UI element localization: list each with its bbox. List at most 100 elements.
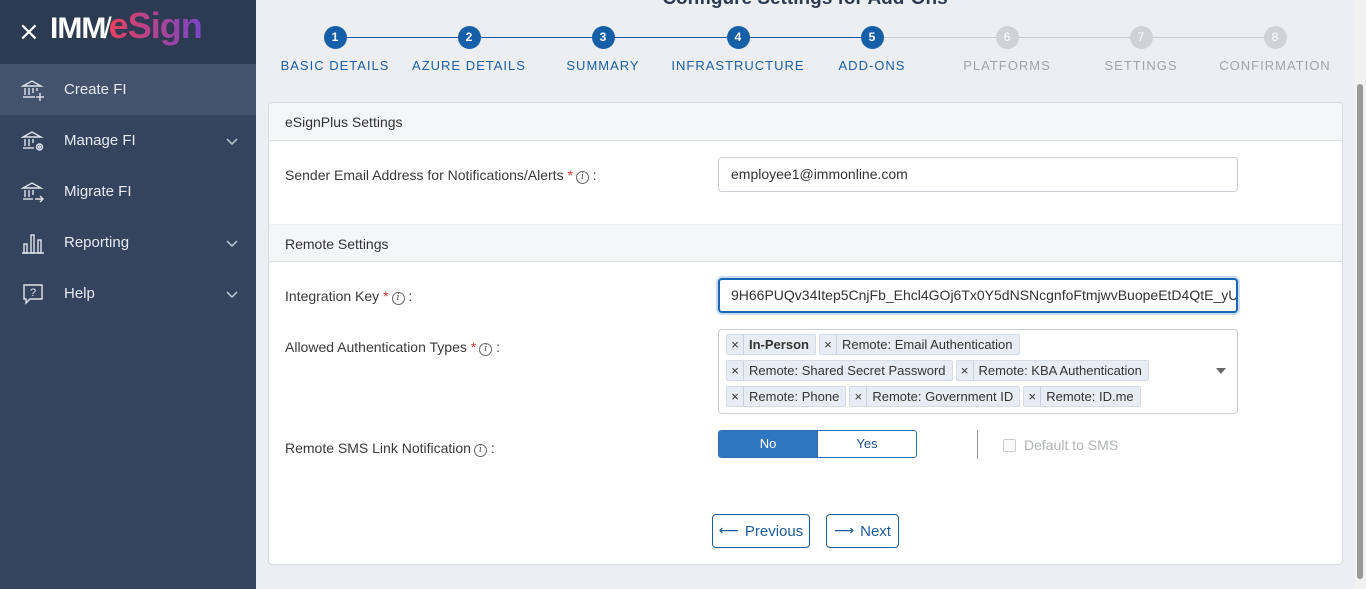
auth-types-multiselect[interactable]: × In-Person × Remote: Email Authentication … [718,329,1238,414]
required-marker: * [383,288,389,304]
sms-no-option[interactable]: No [719,431,817,457]
default-to-sms-label: Default to SMS [1024,437,1119,453]
step-number: 2 [457,26,481,49]
integration-key-label: Integration Key * i : [285,288,413,305]
sidebar-item-label: Manage FI [64,132,136,149]
step-label: CONFIRMATION [1219,58,1331,73]
next-button[interactable]: ⟶ Next [826,514,899,548]
remove-tag-icon[interactable]: × [957,361,974,380]
brand-bar: × IMM/eSign [0,0,256,64]
remove-tag-icon[interactable]: × [727,335,744,354]
step-label: SETTINGS [1104,58,1178,73]
scrollbar-thumb[interactable] [1357,84,1363,579]
tag-label: Remote: KBA Authentication [978,363,1142,378]
step-add-ons[interactable]: 5 ADD-ONS [802,26,942,73]
step-settings: 7 SETTINGS [1071,26,1211,73]
section-header-esignplus: eSignPlus Settings [269,103,1342,141]
main-content: Configure Settings for Add-Ons 1 BASIC D… [256,0,1354,589]
sidebar-item-label: Help [64,285,95,302]
info-icon[interactable]: i [575,171,589,184]
required-marker: * [567,167,573,183]
sender-email-label: Sender Email Address for Notifications/A… [285,167,597,184]
remove-tag-icon[interactable]: × [1024,387,1042,406]
sms-notification-toggle[interactable]: No Yes [718,430,917,458]
dropdown-caret-icon[interactable] [1216,368,1226,374]
info-icon[interactable]: i [479,343,493,356]
auth-type-tag: × In-Person [726,334,816,355]
step-number: 8 [1263,26,1287,49]
chevron-down-icon [226,235,238,252]
tag-label: In-Person [749,337,809,352]
step-azure-details[interactable]: 2 AZURE DETAILS [399,26,539,73]
tag-label: Remote: ID.me [1046,389,1134,404]
tag-label: Remote: Phone [749,389,840,404]
step-number: 6 [995,26,1019,49]
arrow-left-icon: ⟵ [718,523,739,539]
step-confirmation: 8 CONFIRMATION [1205,26,1345,73]
auth-type-tag: × Remote: Government ID [849,386,1021,407]
label-text: Integration Key [285,288,380,304]
section-header-remote: Remote Settings [269,224,1342,262]
close-menu-icon[interactable]: × [18,19,40,45]
sender-email-input[interactable]: employee1@immonline.com [718,157,1238,192]
remove-tag-icon[interactable]: × [820,335,837,354]
step-label: INFRASTRUCTURE [671,58,805,73]
step-label: BASIC DETAILS [280,58,390,73]
button-label: Previous [744,522,804,540]
page-title: Configure Settings for Add-Ons [256,0,1354,10]
sms-notification-label: Remote SMS Link Notification i : [285,440,495,457]
sidebar-item-create-fi[interactable]: Create FI [0,64,256,115]
svg-text:?: ? [30,287,36,299]
step-label: SUMMARY [566,58,640,73]
sidebar-item-label: Reporting [64,234,130,251]
arrow-right-icon: ⟶ [834,523,855,539]
sidebar-item-label: Create FI [64,81,127,98]
sidebar-item-manage-fi[interactable]: Manage FI [0,115,256,166]
page-scrollbar[interactable] [1354,0,1366,589]
sms-yes-option[interactable]: Yes [817,431,916,457]
default-to-sms-option: Default to SMS [1003,437,1118,453]
step-summary[interactable]: 3 SUMMARY [533,26,673,73]
sidebar: × IMM/eSign Create FI Manage FI Migrate … [0,0,256,589]
tag-label: Remote: Government ID [872,389,1014,404]
step-number: 5 [860,26,884,49]
auth-types-label: Allowed Authentication Types * i : [285,339,500,356]
auth-type-tag: × Remote: Email Authentication [818,334,1020,355]
imm-esign-logo: IMM/eSign [50,5,203,46]
tag-label: Remote: Shared Secret Password [749,363,946,378]
bank-transfer-icon [20,179,46,205]
info-icon[interactable]: i [473,444,487,457]
label-text: Sender Email Address for Notifications/A… [285,167,564,183]
chevron-down-icon [226,133,238,150]
tag-label: Remote: Email Authentication [841,337,1013,352]
label-text: Remote SMS Link Notification [285,440,471,456]
sidebar-item-reporting[interactable]: Reporting [0,217,256,268]
default-to-sms-checkbox [1003,438,1016,452]
step-number: 1 [323,26,347,49]
previous-button[interactable]: ⟵ Previous [712,514,810,548]
remove-tag-icon[interactable]: × [727,387,744,406]
bar-chart-icon [20,230,46,256]
label-text: Allowed Authentication Types [285,339,467,355]
step-label: PLATFORMS [963,58,1051,73]
divider [977,430,978,459]
sidebar-item-help[interactable]: ? Help [0,268,256,319]
bank-settings-icon [20,128,46,154]
step-infrastructure[interactable]: 4 INFRASTRUCTURE [668,26,808,73]
step-label: ADD-ONS [838,58,906,73]
sidebar-item-migrate-fi[interactable]: Migrate FI [0,166,256,217]
auth-type-tag: × Remote: ID.me [1023,386,1141,407]
step-label: AZURE DETAILS [412,58,526,73]
step-number: 3 [591,26,615,49]
info-icon[interactable]: i [391,292,405,305]
add-ons-settings-card: eSignPlus Settings Sender Email Address … [268,102,1343,565]
button-label: Next [860,522,891,540]
help-bubble-icon: ? [20,281,46,307]
step-basic-details[interactable]: 1 BASIC DETAILS [265,26,405,73]
required-marker: * [470,339,477,355]
remove-tag-icon[interactable]: × [850,387,868,406]
remove-tag-icon[interactable]: × [727,361,744,380]
step-platforms: 6 PLATFORMS [937,26,1077,73]
step-number: 4 [726,26,750,49]
integration-key-input[interactable]: 9H66PUQv34Itep5CnjFb_Ehcl4GOj6Tx0Y5dNSNc… [718,278,1238,313]
